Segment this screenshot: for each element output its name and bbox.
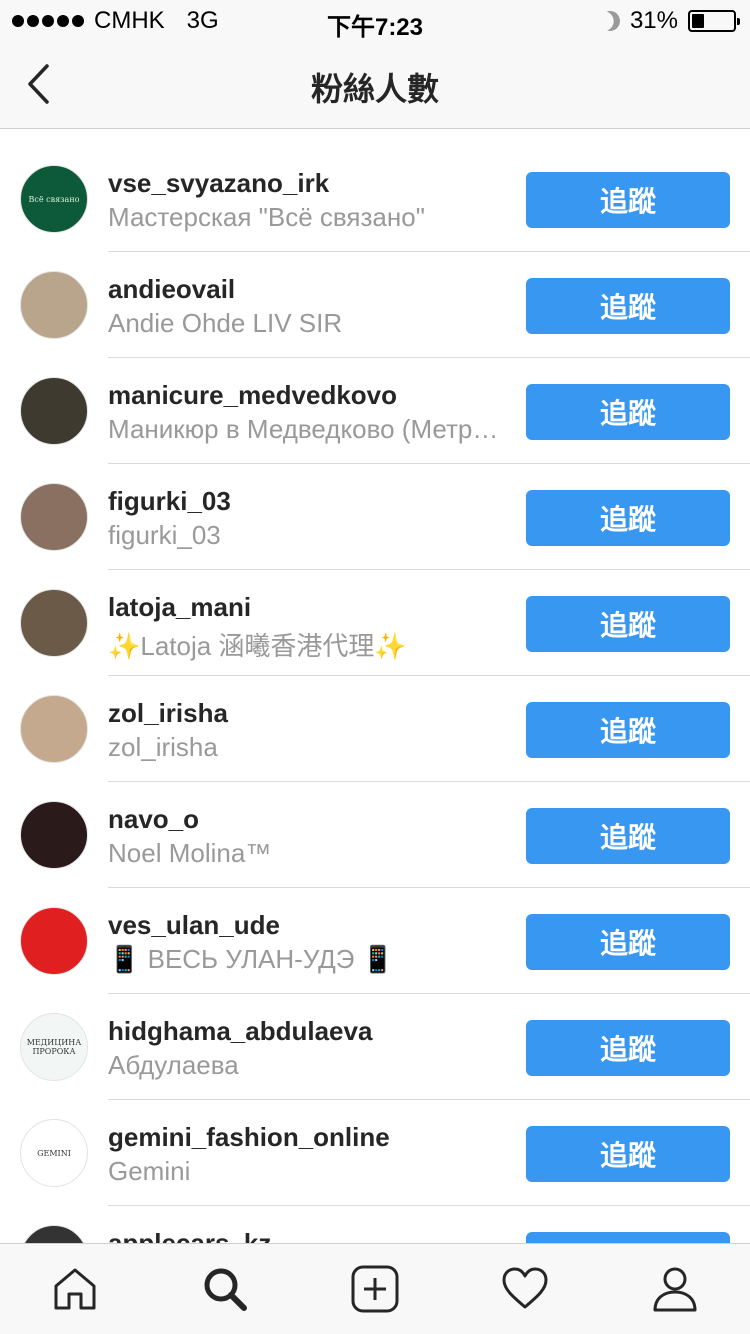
follow-button[interactable]: 追蹤	[526, 172, 730, 228]
follower-row[interactable]: applecars_kz 追蹤	[0, 1206, 750, 1243]
navigation-bar: 粉絲人數	[0, 40, 750, 129]
follower-username[interactable]: latoja_mani	[108, 592, 251, 623]
follower-full-name: 📱 ВЕСЬ УЛАН-УДЭ 📱	[108, 944, 395, 974]
follower-row[interactable]: МЕДИЦИНА ПРОРОКА hidghama_abdulaeva Абдула…	[0, 994, 750, 1100]
follower-full-name: Маникюр в Медведково (Метро Медведково)	[108, 414, 503, 444]
follower-username[interactable]: manicure_medvedkovo	[108, 380, 397, 411]
follower-row[interactable]: GEMINI gemini_fashion_online Gemini 追蹤	[0, 1100, 750, 1206]
page-title: 粉絲人數	[310, 71, 439, 107]
avatar[interactable]	[20, 907, 88, 975]
avatar[interactable]	[20, 589, 88, 657]
search-icon	[204, 1268, 247, 1311]
follower-username[interactable]: ves_ulan_ude	[108, 910, 280, 941]
follower-username[interactable]: andieovail	[108, 274, 235, 305]
follow-button[interactable]: 追蹤	[526, 702, 730, 758]
status-right: 31%	[597, 7, 740, 35]
tab-bar	[0, 1243, 750, 1334]
follow-button[interactable]: 追蹤	[526, 808, 730, 864]
follower-full-name: Noel Molina™	[108, 838, 272, 868]
tab-activity[interactable]	[498, 1262, 552, 1316]
follower-full-name: Gemini	[108, 1156, 191, 1186]
follower-full-name: Мастерская "Всё связано"	[108, 202, 425, 232]
follower-username[interactable]: vse_svyazano_irk	[108, 168, 329, 199]
avatar[interactable]	[20, 483, 88, 551]
avatar[interactable]	[20, 801, 88, 869]
avatar[interactable]	[20, 695, 88, 763]
avatar[interactable]: МЕДИЦИНА ПРОРОКА	[20, 1013, 88, 1081]
follower-row[interactable]: andieovail Andie Ohde LIV SIR 追蹤	[0, 252, 750, 358]
follow-button[interactable]: 追蹤	[526, 384, 730, 440]
follow-button[interactable]: 追蹤	[526, 278, 730, 334]
follower-full-name: zol_irisha	[108, 732, 218, 762]
follower-row[interactable]: Всё связано vse_svyazano_irk Мастерская "В…	[0, 146, 750, 252]
follower-username[interactable]: hidghama_abdulaeva	[108, 1016, 372, 1047]
follower-username[interactable]: applecars_kz	[108, 1228, 271, 1243]
follow-button[interactable]: 追蹤	[526, 914, 730, 970]
tab-search[interactable]	[198, 1262, 252, 1316]
followers-list[interactable]: Всё связано vse_svyazano_irk Мастерская "В…	[0, 130, 750, 1243]
tab-add-post[interactable]	[348, 1262, 402, 1316]
follow-button[interactable]: 追蹤	[526, 596, 730, 652]
avatar[interactable]: Всё связано	[20, 165, 88, 233]
tab-home[interactable]	[48, 1262, 102, 1316]
follower-row[interactable]: latoja_mani ✨Latoja 涵曦香港代理✨ 追蹤	[0, 570, 750, 676]
status-bar: CMHK 3G 下午7:23 31%	[0, 0, 750, 41]
follower-username[interactable]: gemini_fashion_online	[108, 1122, 390, 1153]
avatar[interactable]	[20, 377, 88, 445]
add-post-icon	[351, 1265, 399, 1313]
follow-button[interactable]: 追蹤	[526, 1232, 730, 1243]
avatar[interactable]	[20, 1225, 88, 1243]
avatar-logo-text: МЕДИЦИНА ПРОРОКА	[26, 1038, 82, 1056]
follower-row[interactable]: manicure_medvedkovo Маникюр в Медведково …	[0, 358, 750, 464]
follower-full-name: Andie Ohde LIV SIR	[108, 308, 343, 338]
chevron-left-icon	[28, 64, 49, 104]
battery-fill	[692, 14, 704, 28]
battery-percent: 31%	[629, 7, 678, 34]
tab-profile[interactable]	[648, 1262, 702, 1316]
follow-button[interactable]: 追蹤	[526, 1126, 730, 1182]
follower-row[interactable]: navo_o Noel Molina™ 追蹤	[0, 782, 750, 888]
profile-icon	[653, 1267, 697, 1312]
battery-icon	[688, 10, 740, 32]
follower-username[interactable]: navo_o	[108, 804, 199, 835]
follower-row[interactable]: figurki_03 figurki_03 追蹤	[0, 464, 750, 570]
follower-full-name: ✨Latoja 涵曦香港代理✨	[108, 631, 407, 661]
follower-full-name: Абдулаева	[108, 1050, 239, 1080]
back-button[interactable]	[20, 62, 60, 106]
avatar-logo-text: GEMINI	[37, 1148, 71, 1158]
follower-full-name: figurki_03	[108, 520, 221, 550]
follower-row[interactable]: ves_ulan_ude 📱 ВЕСЬ УЛАН-УДЭ 📱 追蹤	[0, 888, 750, 994]
avatar-logo-text: Всё связано	[28, 194, 80, 204]
avatar[interactable]	[20, 271, 88, 339]
follow-button[interactable]: 追蹤	[526, 1020, 730, 1076]
follower-row[interactable]: zol_irisha zol_irisha 追蹤	[0, 676, 750, 782]
heart-icon	[502, 1267, 548, 1309]
avatar[interactable]: GEMINI	[20, 1119, 88, 1187]
home-icon	[54, 1268, 96, 1310]
follow-button[interactable]: 追蹤	[526, 490, 730, 546]
follower-username[interactable]: zol_irisha	[108, 698, 228, 729]
do-not-disturb-icon	[597, 8, 623, 34]
follower-username[interactable]: figurki_03	[108, 486, 231, 517]
